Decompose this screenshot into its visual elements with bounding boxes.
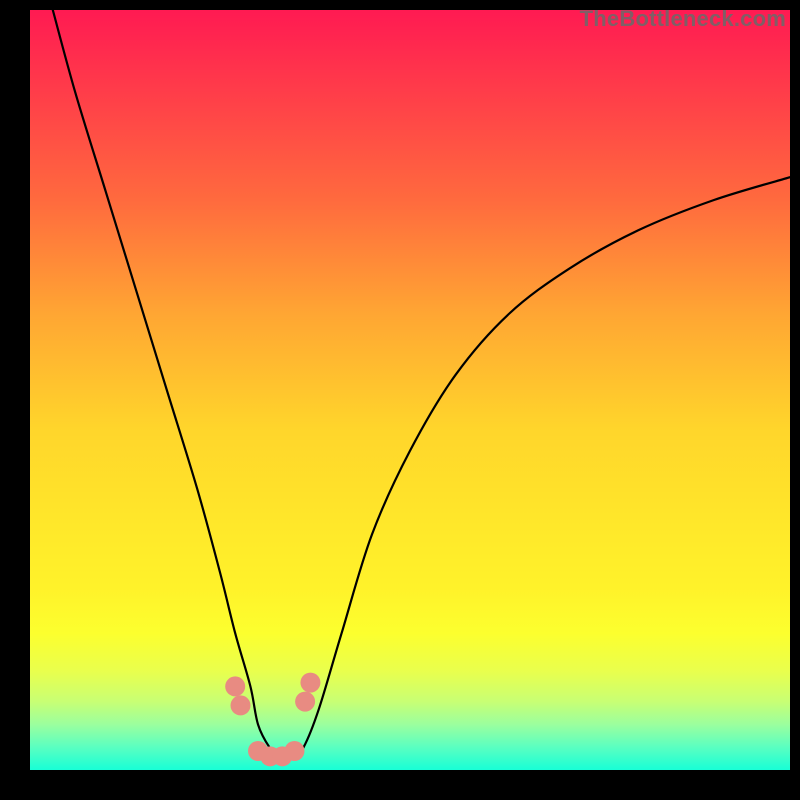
chart-svg bbox=[30, 10, 790, 770]
marker-dot bbox=[225, 676, 245, 696]
bottleneck-curve bbox=[53, 10, 790, 760]
marker-dot bbox=[295, 692, 315, 712]
watermark-text: TheBottleneck.com bbox=[580, 6, 786, 32]
marker-dot bbox=[284, 741, 304, 761]
marker-dot bbox=[300, 673, 320, 693]
plot-area bbox=[30, 10, 790, 770]
marker-dot bbox=[231, 695, 251, 715]
